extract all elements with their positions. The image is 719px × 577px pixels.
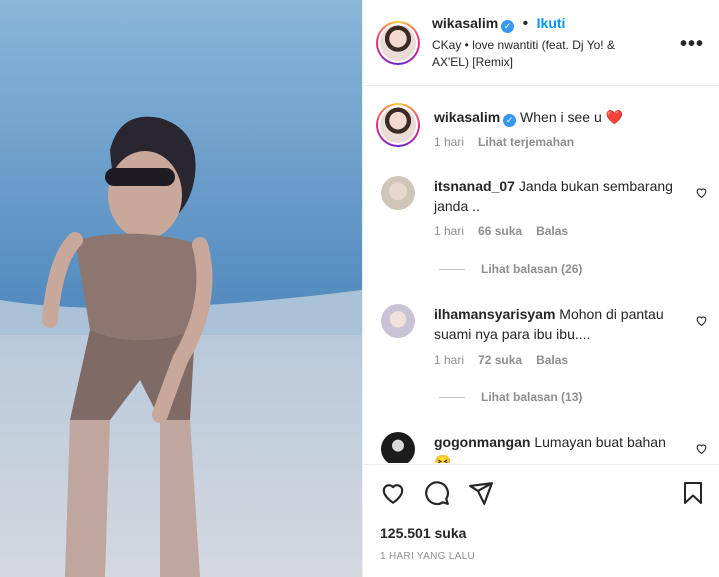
reply-button[interactable]: Balas (536, 224, 568, 238)
header-user-row: wikasalim ✓ • Ikuti (432, 15, 565, 33)
comments-list[interactable]: wikasalim ✓ When i see u ❤️ 1 hari Lihat t… (363, 87, 719, 463)
heart-icon[interactable] (380, 480, 406, 506)
comment-username[interactable]: ilhamansyarisyam (434, 306, 555, 322)
verified-badge-icon: ✓ (501, 20, 515, 33)
dot-separator: • (522, 15, 529, 32)
comment: itsnanad_07 Janda bukan sembarang janda … (434, 176, 684, 216)
comment-username[interactable]: gogonmangan (434, 434, 530, 450)
beach-photo-illustration (0, 0, 362, 577)
share-icon[interactable] (468, 480, 494, 506)
view-replies-button[interactable]: Lihat balasan (13) (439, 390, 582, 404)
caption-time: 1 hari (434, 135, 465, 149)
post-photo[interactable] (0, 0, 362, 577)
more-options-icon[interactable]: ••• (680, 33, 704, 56)
comment-like-heart-icon[interactable] (695, 442, 708, 455)
comment-like-heart-icon[interactable] (695, 186, 708, 199)
caption-meta: 1 hari Lihat terjemahan (434, 135, 574, 149)
translate-link[interactable]: Lihat terjemahan (478, 135, 574, 149)
post-details-panel: wikasalim ✓ • Ikuti CKay • love nwantiti … (362, 0, 719, 577)
view-replies-button[interactable]: Lihat balasan (26) (439, 262, 582, 276)
comment-username[interactable]: itsnanad_07 (434, 178, 515, 194)
verified-badge-icon: ✓ (503, 114, 517, 127)
caption: wikasalim ✓ When i see u ❤️ (434, 107, 684, 127)
comment-time: 1 hari (434, 224, 465, 238)
comment-like-heart-icon[interactable] (695, 314, 708, 327)
caption-author-avatar[interactable] (376, 103, 420, 147)
comment-icon[interactable] (424, 480, 450, 506)
post-likes-count[interactable]: 125.501 suka (380, 525, 466, 541)
comment-meta: 1 hari 66 suka Balas (434, 224, 568, 238)
comment-avatar[interactable] (381, 176, 415, 210)
comment-meta: 1 hari 72 suka Balas (434, 353, 568, 367)
follow-button[interactable]: Ikuti (537, 15, 566, 31)
comment: gogonmangan Lumayan buat bahan 😝 (434, 432, 684, 463)
comment-likes[interactable]: 66 suka (478, 224, 522, 238)
caption-text: When i see u ❤️ (520, 109, 624, 125)
author-username[interactable]: wikasalim (432, 15, 498, 31)
caption-username[interactable]: wikasalim (434, 109, 500, 125)
post-actions: 125.501 suka 1 HARI YANG LALU (363, 464, 719, 577)
comment-avatar[interactable] (381, 432, 415, 463)
comment: ilhamansyarisyam Mohon di pantau suami n… (434, 304, 684, 344)
reply-button[interactable]: Balas (536, 353, 568, 367)
comment-avatar[interactable] (381, 304, 415, 338)
author-avatar[interactable] (376, 21, 420, 65)
comment-time: 1 hari (434, 353, 465, 367)
music-link[interactable]: CKay • love nwantiti (feat. Dj Yo! & AX'… (432, 37, 642, 71)
post-timestamp: 1 HARI YANG LALU (380, 551, 476, 562)
comment-likes[interactable]: 72 suka (478, 353, 522, 367)
post-header: wikasalim ✓ • Ikuti CKay • love nwantiti … (363, 0, 719, 86)
bookmark-icon[interactable] (681, 480, 705, 506)
